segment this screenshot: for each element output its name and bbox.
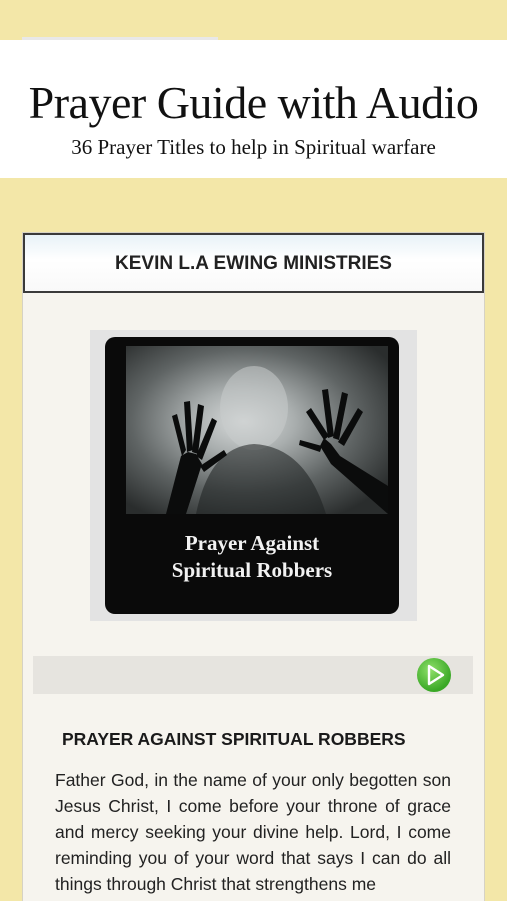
app-title: Prayer Guide with Audio bbox=[28, 77, 479, 128]
prayer-body-text: Father God, in the name of your only beg… bbox=[55, 770, 451, 894]
prayer-card: KEVIN L.A EWING MINISTRIES Prayer Agains… bbox=[22, 232, 485, 901]
app-banner: Prayer Guide with Audio 36 Prayer Titles… bbox=[0, 40, 507, 178]
cover-caption: Prayer Against Spiritual Robbers bbox=[105, 530, 399, 584]
app-subtitle: 36 Prayer Titles to help in Spiritual wa… bbox=[71, 135, 436, 159]
cover-caption-line1: Prayer Against bbox=[184, 531, 320, 555]
cover-frame: Prayer Against Spiritual Robbers bbox=[90, 330, 417, 621]
silhouette-hands-image bbox=[126, 346, 388, 514]
prayer-title: PRAYER AGAINST SPIRITUAL ROBBERS bbox=[62, 729, 406, 749]
cover-caption-line2: Spiritual Robbers bbox=[171, 558, 333, 582]
play-icon bbox=[427, 664, 445, 686]
prayer-cover-image: Prayer Against Spiritual Robbers bbox=[105, 337, 399, 614]
status-area bbox=[0, 0, 507, 40]
play-button[interactable] bbox=[417, 658, 451, 692]
silhouette-illustration bbox=[166, 366, 388, 514]
ministry-header: KEVIN L.A EWING MINISTRIES bbox=[23, 233, 484, 293]
audio-player bbox=[33, 656, 473, 694]
